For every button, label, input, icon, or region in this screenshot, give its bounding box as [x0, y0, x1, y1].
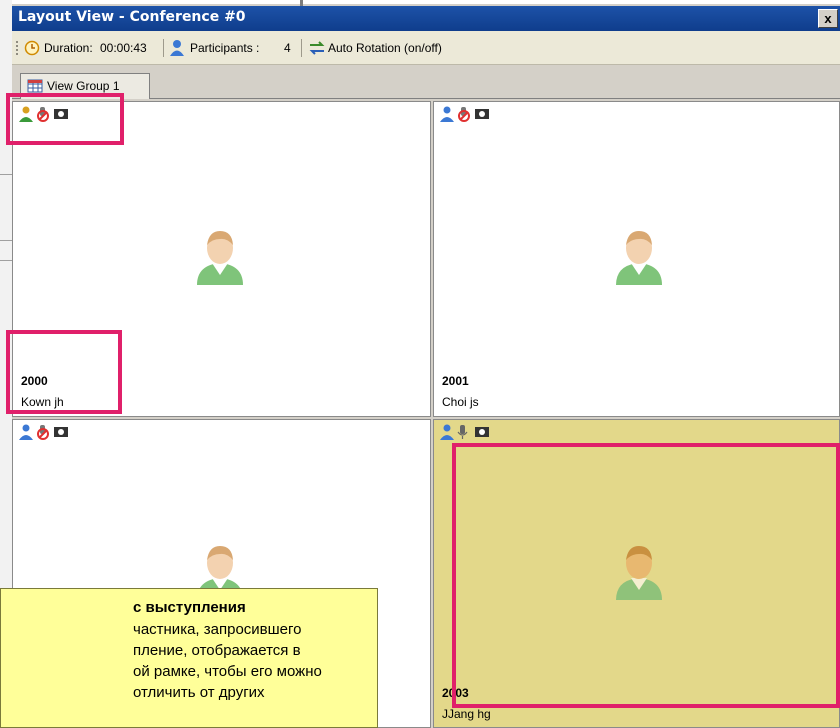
- participant-tile-2001[interactable]: 2001 Choi js: [433, 101, 840, 417]
- callout-text: частника, запросившего пление, отображае…: [133, 621, 322, 701]
- participant-icon: [440, 106, 454, 122]
- grid-view-icon: [27, 79, 43, 93]
- close-button[interactable]: x: [818, 9, 838, 28]
- participant-name: JJang hg: [442, 707, 491, 721]
- tab-bar: View Group 1: [12, 65, 840, 99]
- mic-muted-icon: [37, 425, 49, 440]
- camera-icon: [54, 427, 68, 437]
- camera-icon: [475, 427, 489, 437]
- toolbar-separator: [301, 39, 302, 57]
- toolbar-grip[interactable]: [16, 41, 20, 55]
- toolbar: Duration: 00:00:43 Participants : 4 Auto…: [12, 31, 840, 65]
- rotation-icon: [309, 41, 325, 55]
- background-divider: [0, 260, 12, 261]
- callout-note: с выступления частника, запросившего пле…: [0, 588, 378, 728]
- participant-number: 2001: [442, 374, 469, 388]
- highlight-frame-icons: [6, 93, 124, 145]
- mic-muted-icon: [458, 107, 470, 122]
- participant-icon: [440, 424, 454, 440]
- participant-avatar-icon: [197, 231, 243, 285]
- title-bar: Layout View - Conference #0 x: [12, 6, 840, 31]
- duration-label: Duration:: [44, 41, 93, 55]
- participant-icon: [19, 424, 33, 440]
- highlight-frame-speaker: [452, 443, 840, 708]
- camera-icon: [475, 109, 489, 119]
- participants-value: 4: [284, 41, 291, 55]
- clock-icon: [24, 40, 40, 56]
- auto-rotation-button[interactable]: Auto Rotation (on/off): [306, 37, 516, 59]
- background-gap: [12, 0, 840, 4]
- callout-title: с выступления: [133, 599, 246, 616]
- mic-on-icon: [457, 425, 468, 439]
- auto-rotation-label: Auto Rotation (on/off): [328, 41, 442, 55]
- toolbar-separator: [163, 39, 164, 57]
- participants-label: Participants :: [190, 41, 260, 55]
- background-divider: [0, 174, 12, 175]
- window-title: Layout View - Conference #0: [18, 9, 246, 25]
- participant-icon: [170, 40, 184, 56]
- tab-label: View Group 1: [47, 79, 120, 93]
- highlight-frame-label: [6, 330, 122, 414]
- duration-value: 00:00:43: [100, 41, 147, 55]
- background-divider: [0, 240, 12, 241]
- participant-name: Choi js: [442, 395, 479, 409]
- participant-avatar-icon: [616, 231, 662, 285]
